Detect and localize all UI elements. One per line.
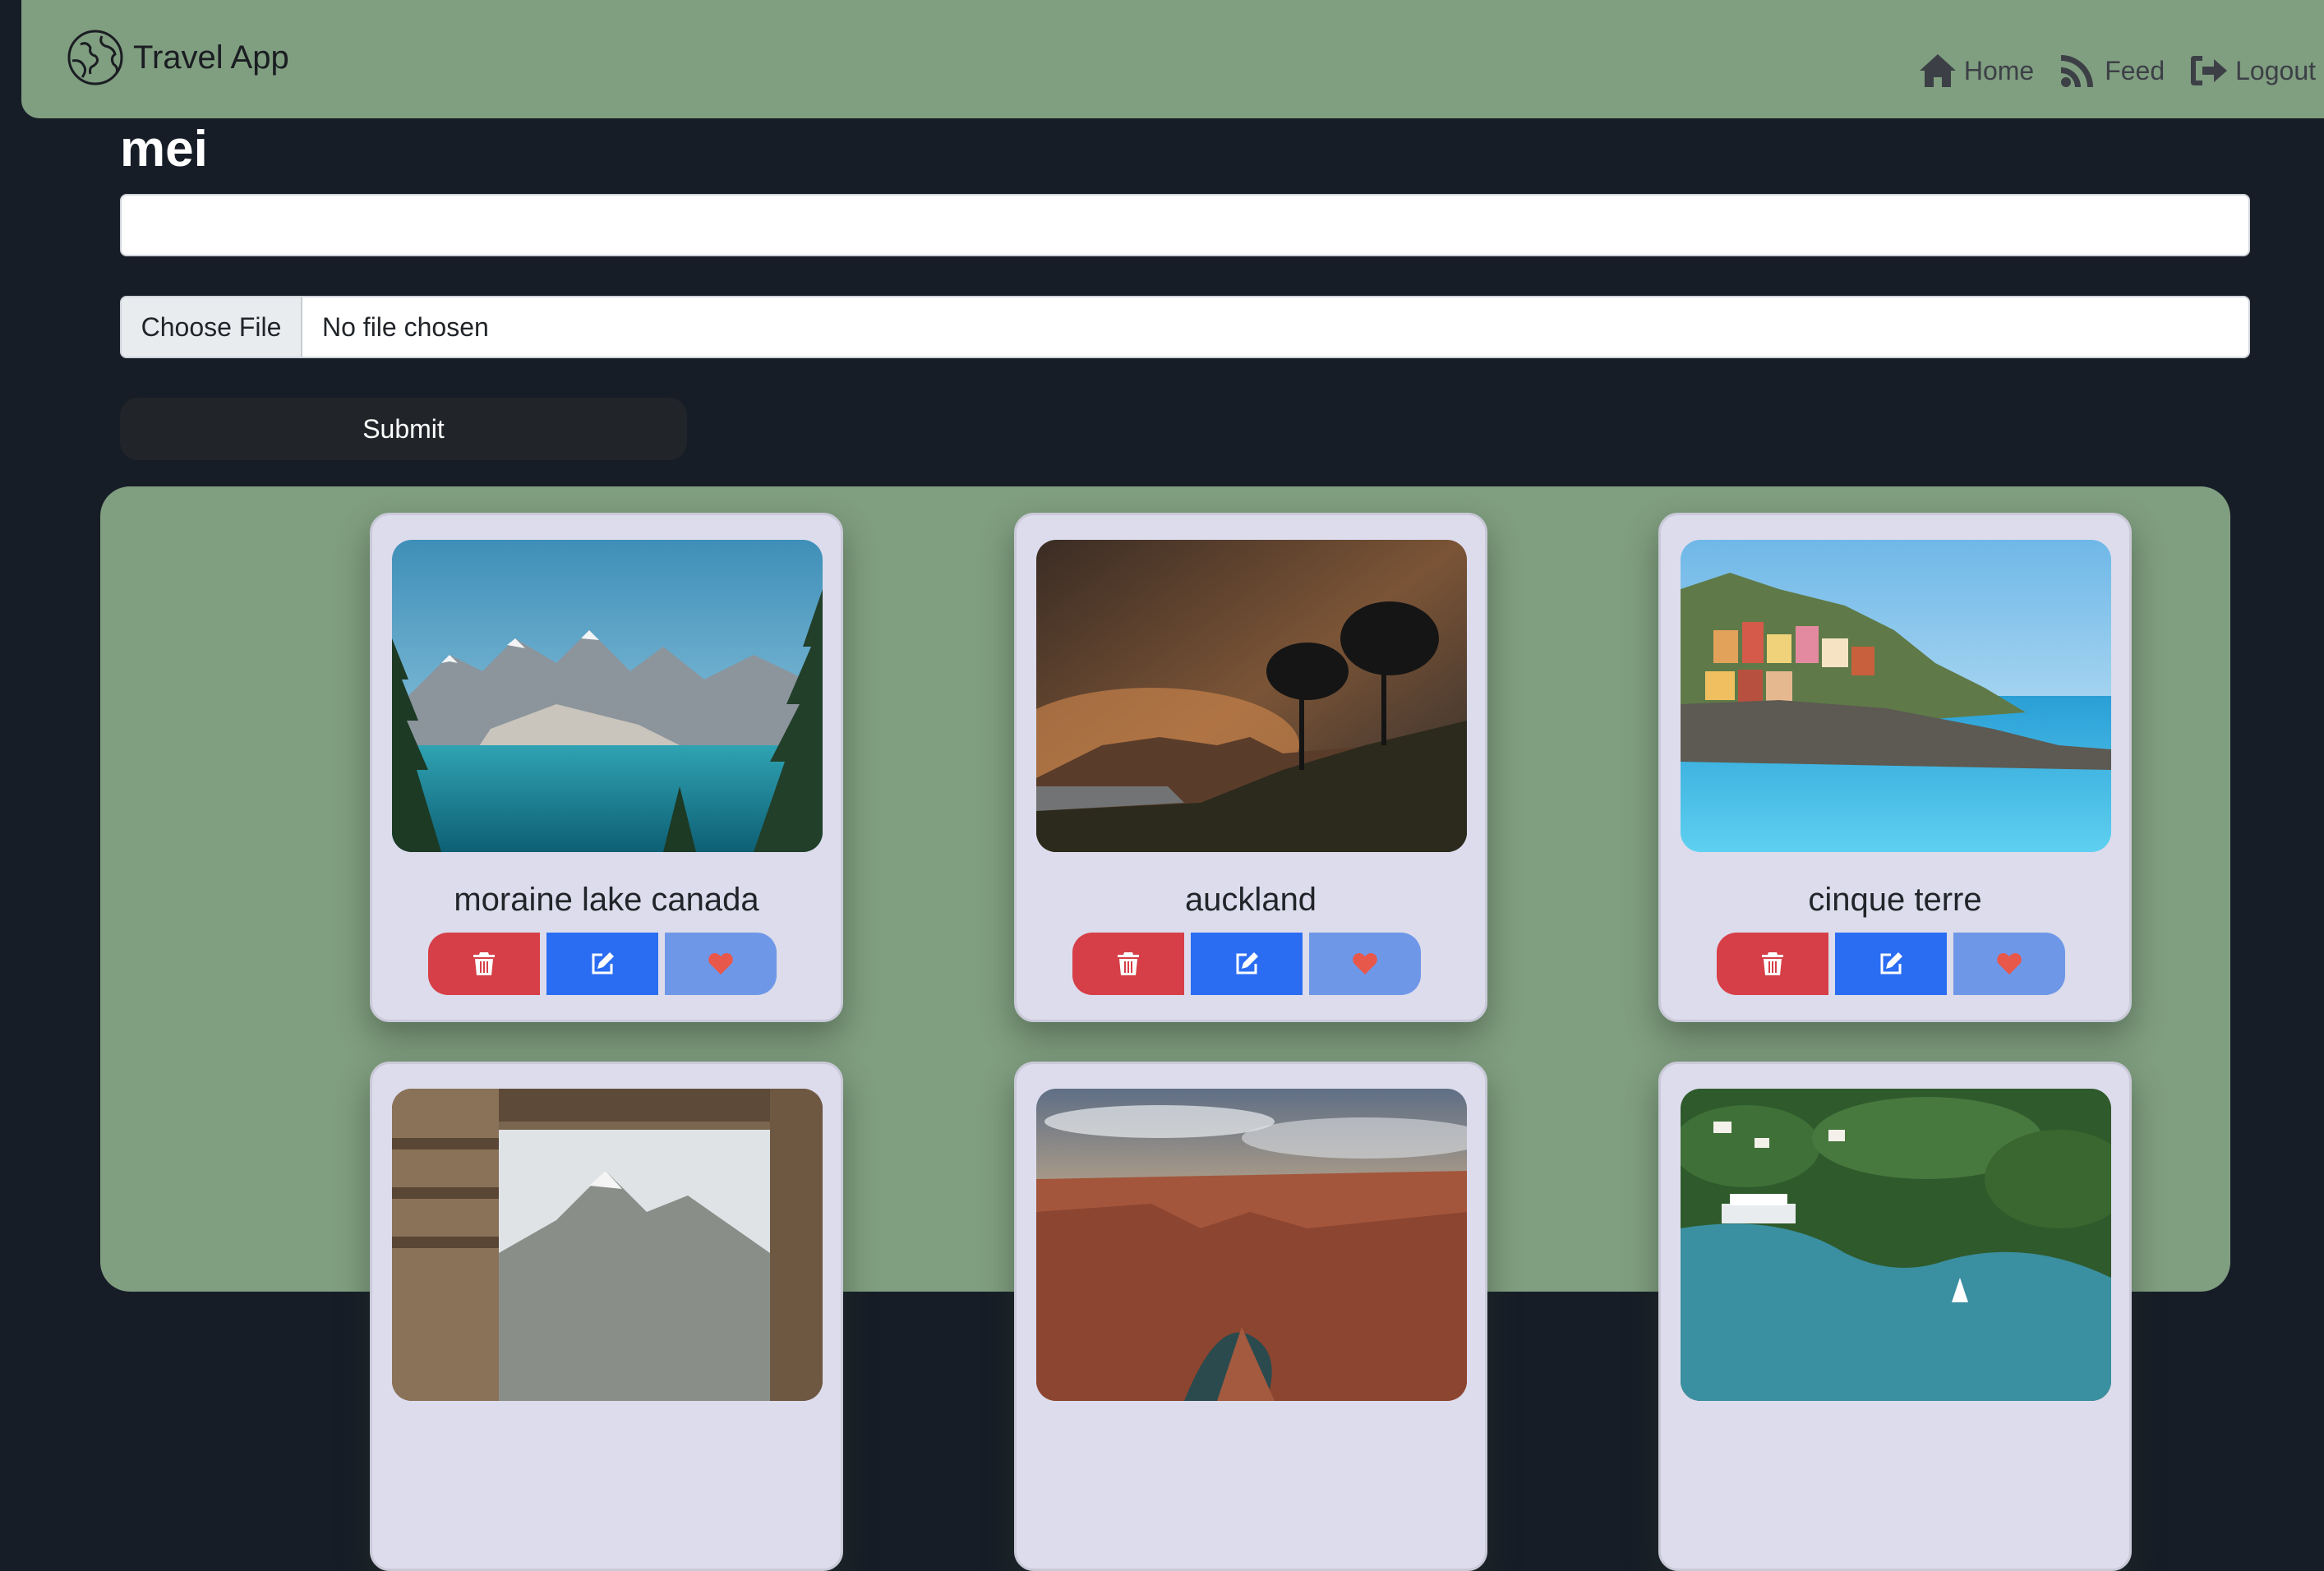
stone-window-mountain-photo xyxy=(392,1089,823,1401)
nav-home-label: Home xyxy=(1963,55,2035,85)
card-actions xyxy=(428,933,777,995)
nav-home[interactable]: Home xyxy=(1918,53,2034,89)
nav-feed[interactable]: Feed xyxy=(2059,53,2165,89)
submit-button[interactable]: Submit xyxy=(120,398,687,460)
brand-title: Travel App xyxy=(133,39,289,76)
card-title: auckland xyxy=(1184,882,1317,918)
trash-icon xyxy=(1762,952,1783,975)
edit-button[interactable] xyxy=(1835,933,1947,995)
trash-icon xyxy=(473,952,495,975)
like-button[interactable] xyxy=(1309,933,1421,995)
card-actions xyxy=(1072,933,1421,995)
card-title: cinque terre xyxy=(1808,882,1982,918)
tropical-bay-photo xyxy=(1681,1089,2111,1401)
post-card xyxy=(370,1062,843,1571)
post-card: moraine lake canada xyxy=(370,513,843,1022)
edit-icon xyxy=(1236,952,1258,974)
gallery: moraine lake canada auckland cinque terr… xyxy=(100,486,2230,1571)
edit-button[interactable] xyxy=(1191,933,1303,995)
mountain-lake-photo xyxy=(392,540,823,852)
post-card xyxy=(1014,1062,1487,1571)
page-title: mei xyxy=(120,121,208,177)
navbar: Travel App Home Feed Logout xyxy=(21,0,2324,118)
nav-logout-label: Logout xyxy=(2235,55,2316,85)
nav-logout[interactable]: Logout xyxy=(2189,53,2316,89)
title-input[interactable] xyxy=(120,194,2250,256)
file-status-text: No file chosen xyxy=(322,311,489,342)
post-card: cinque terre xyxy=(1658,513,2132,1022)
card-title: moraine lake canada xyxy=(454,882,759,918)
heart-icon xyxy=(708,953,733,974)
trash-icon xyxy=(1118,952,1139,975)
like-button[interactable] xyxy=(665,933,777,995)
home-icon xyxy=(1919,54,1956,87)
globe-icon xyxy=(67,30,123,85)
logout-icon xyxy=(2191,56,2228,85)
delete-button[interactable] xyxy=(428,933,540,995)
edit-button[interactable] xyxy=(546,933,658,995)
edit-icon xyxy=(1880,952,1902,974)
canyon-river-photo xyxy=(1036,1089,1467,1401)
nav-links: Home Feed Logout xyxy=(1918,53,2316,89)
delete-button[interactable] xyxy=(1072,933,1184,995)
file-input[interactable]: Choose File No file chosen xyxy=(120,296,2250,358)
heart-icon xyxy=(1353,953,1377,974)
delete-button[interactable] xyxy=(1717,933,1828,995)
post-card: auckland xyxy=(1014,513,1487,1022)
brand[interactable]: Travel App xyxy=(66,28,289,87)
coastal-village-photo xyxy=(1681,540,2111,852)
edit-icon xyxy=(592,952,614,974)
choose-file-button[interactable]: Choose File xyxy=(122,297,302,357)
nav-feed-label: Feed xyxy=(2105,55,2165,85)
like-button[interactable] xyxy=(1953,933,2065,995)
card-actions xyxy=(1717,933,2065,995)
post-card xyxy=(1658,1062,2132,1571)
heart-icon xyxy=(1997,953,2022,974)
sunset-hills-photo xyxy=(1036,540,1467,852)
rss-icon xyxy=(2061,55,2094,87)
